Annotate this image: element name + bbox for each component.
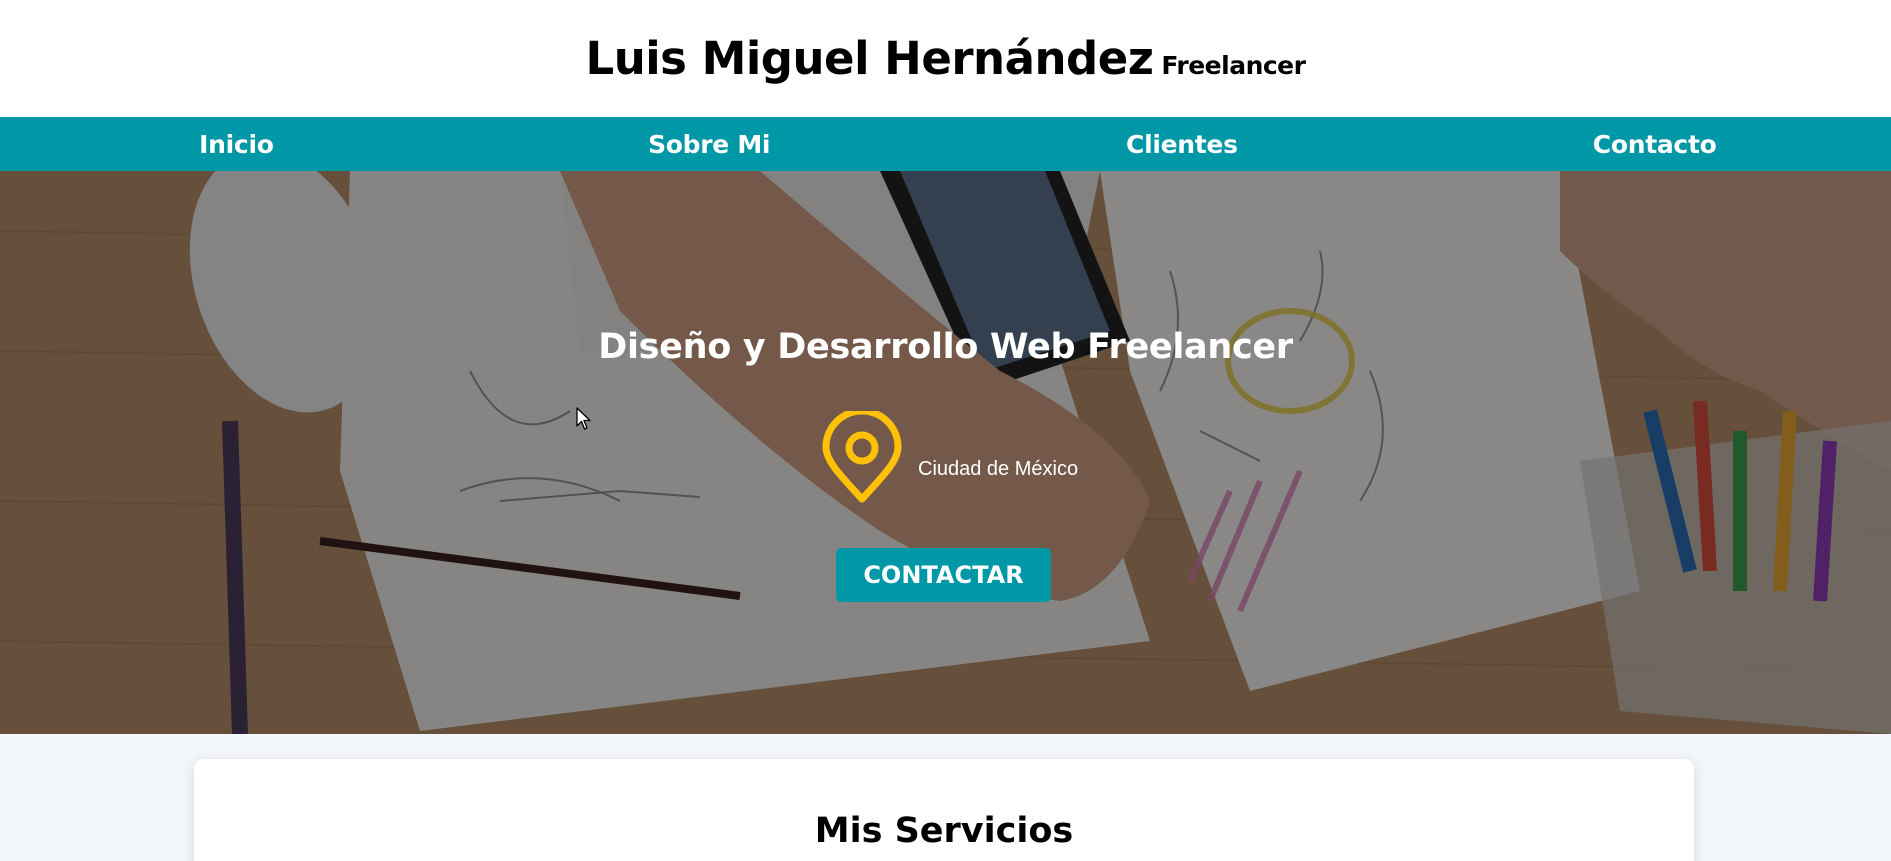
nav-item-sobre-mi[interactable]: Sobre Mi <box>473 117 946 171</box>
contact-button[interactable]: CONTACTAR <box>836 548 1051 602</box>
services-title: Mis Servicios <box>814 811 1074 851</box>
location-text: Ciudad de México <box>918 457 1079 480</box>
hero-title: Diseño y Desarrollo Web Freelancer <box>598 327 1293 367</box>
hero-content: Diseño y Desarrollo Web Freelancer Ciuda… <box>0 171 1891 734</box>
site-title: Luis Miguel Hernández Freelancer <box>586 32 1306 85</box>
mouse-cursor-icon <box>576 407 591 430</box>
map-pin-icon <box>822 411 902 503</box>
site-header: Luis Miguel Hernández Freelancer <box>0 0 1891 117</box>
location: Ciudad de México <box>820 411 1078 505</box>
site-subtitle: Freelancer <box>1161 51 1306 80</box>
main-nav: Inicio Sobre Mi Clientes Contacto <box>0 117 1891 171</box>
nav-item-contacto[interactable]: Contacto <box>1418 117 1891 171</box>
nav-item-clientes[interactable]: Clientes <box>946 117 1419 171</box>
nav-item-inicio[interactable]: Inicio <box>0 117 473 171</box>
site-owner-name: Luis Miguel Hernández <box>585 32 1154 85</box>
services-card: Mis Servicios <box>194 759 1694 861</box>
hero-section: Diseño y Desarrollo Web Freelancer Ciuda… <box>0 171 1891 734</box>
